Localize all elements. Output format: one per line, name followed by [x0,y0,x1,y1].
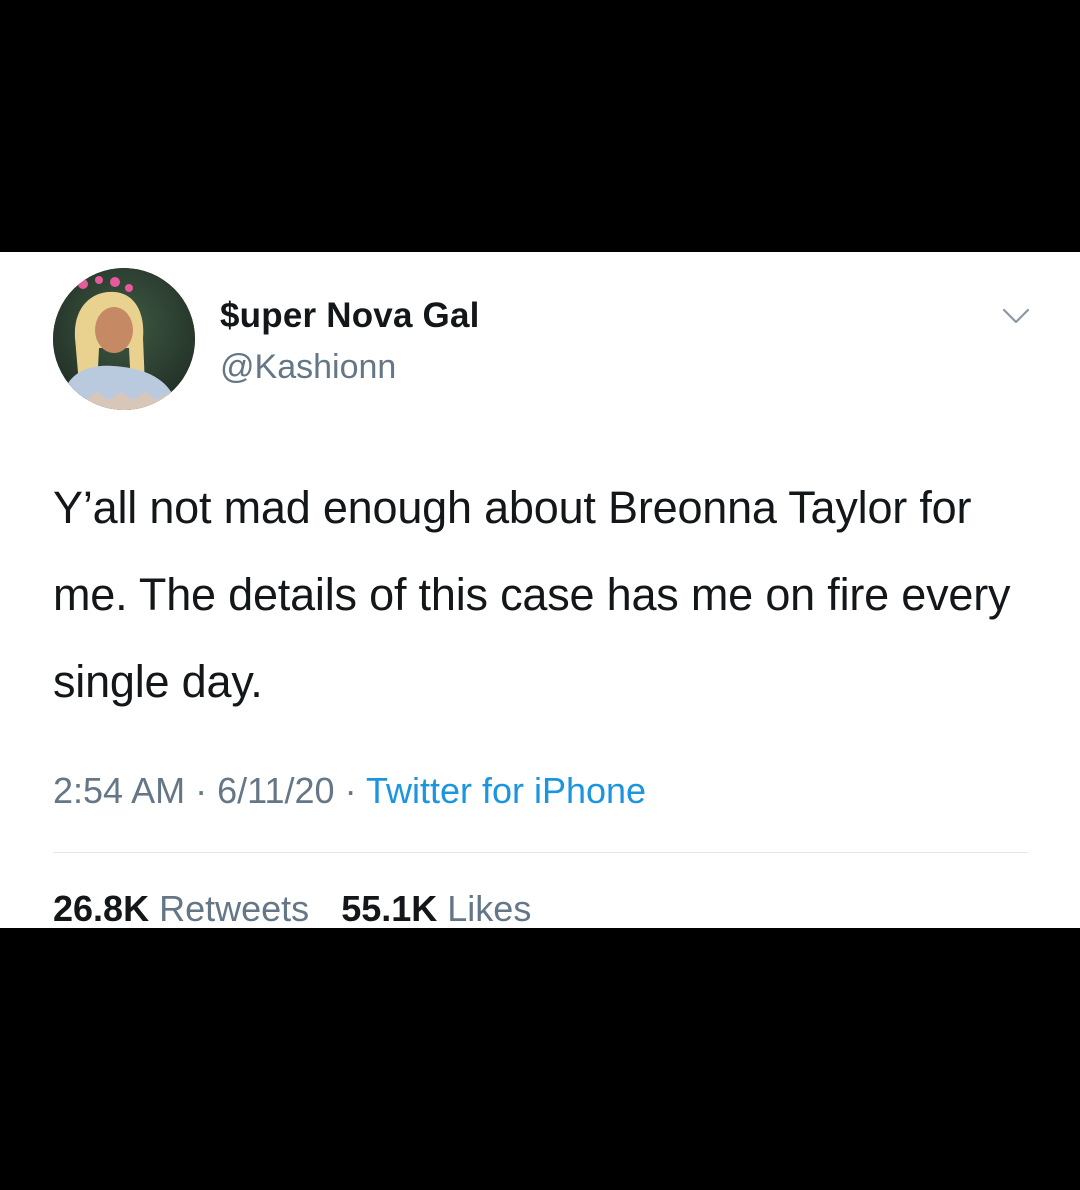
likes-stat[interactable]: 55.1K Likes [341,888,531,928]
retweets-count: 26.8K [53,888,150,928]
avatar[interactable] [53,268,195,410]
tweet-source-link[interactable]: Twitter for iPhone [366,770,646,811]
user-handle[interactable]: @Kashionn [220,348,396,387]
meta-separator: · [344,770,357,811]
tweet-menu-button[interactable] [994,298,1038,334]
likes-count: 55.1K [341,888,438,928]
tweet-stats: 26.8K Retweets 55.1K Likes [53,888,553,928]
tweet-text: Y’all not mad enough about Breonna Taylo… [53,482,1011,707]
tweet-meta: 2:54 AM · 6/11/20 · Twitter for iPhone [53,770,646,812]
display-name[interactable]: $uper Nova Gal [220,296,480,336]
retweets-stat[interactable]: 26.8K Retweets [53,888,309,928]
tweet-card: $uper Nova Gal @Kashionn Y’all not mad e… [0,252,1080,928]
profile-photo-icon [53,268,195,410]
retweets-label: Retweets [159,888,310,928]
screenshot-frame: $uper Nova Gal @Kashionn Y’all not mad e… [0,0,1080,1190]
chevron-down-icon [1002,308,1030,324]
meta-separator: · [195,770,208,811]
tweet-date[interactable]: 6/11/20 [217,770,334,811]
divider [53,852,1028,853]
likes-label: Likes [447,888,532,928]
tweet-time[interactable]: 2:54 AM [53,770,185,811]
